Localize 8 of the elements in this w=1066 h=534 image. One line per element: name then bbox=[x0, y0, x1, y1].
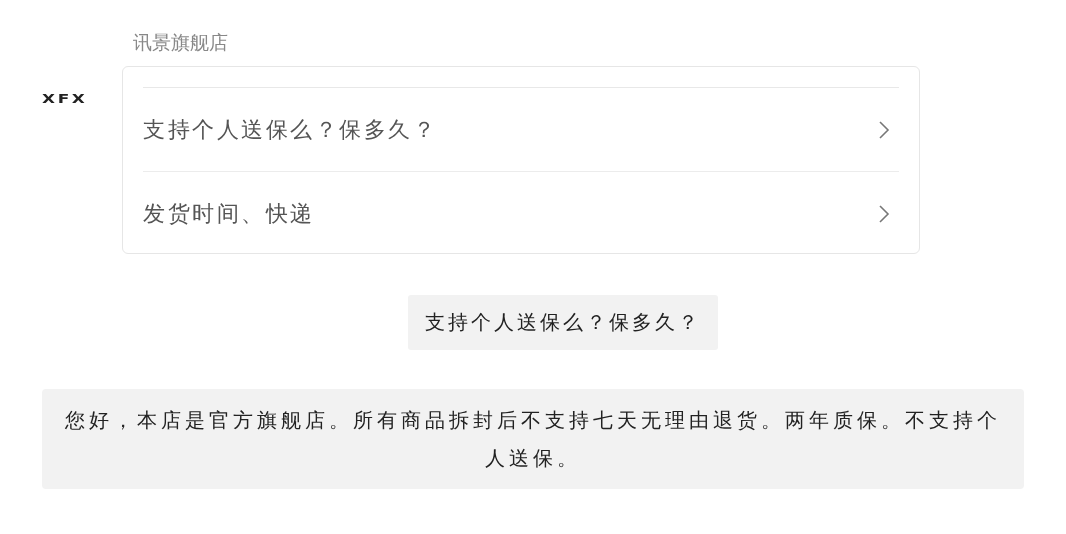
sent-message-bubble: 支持个人送保么？保多久？ bbox=[408, 295, 718, 350]
faq-item[interactable]: 发货时间、快递 bbox=[143, 172, 899, 255]
chevron-right-icon bbox=[877, 202, 891, 225]
faq-item[interactable]: 支持个人送保么？保多久？ bbox=[143, 88, 899, 172]
chevron-right-icon bbox=[877, 118, 891, 141]
shop-logo: XFX bbox=[42, 91, 88, 106]
shop-name: 讯景旗舰店 bbox=[133, 30, 229, 55]
message-text: 您好，本店是官方旗舰店。所有商品拆封后不支持七天无理由退货。两年质保。不支持个人送保。 bbox=[64, 407, 1002, 472]
